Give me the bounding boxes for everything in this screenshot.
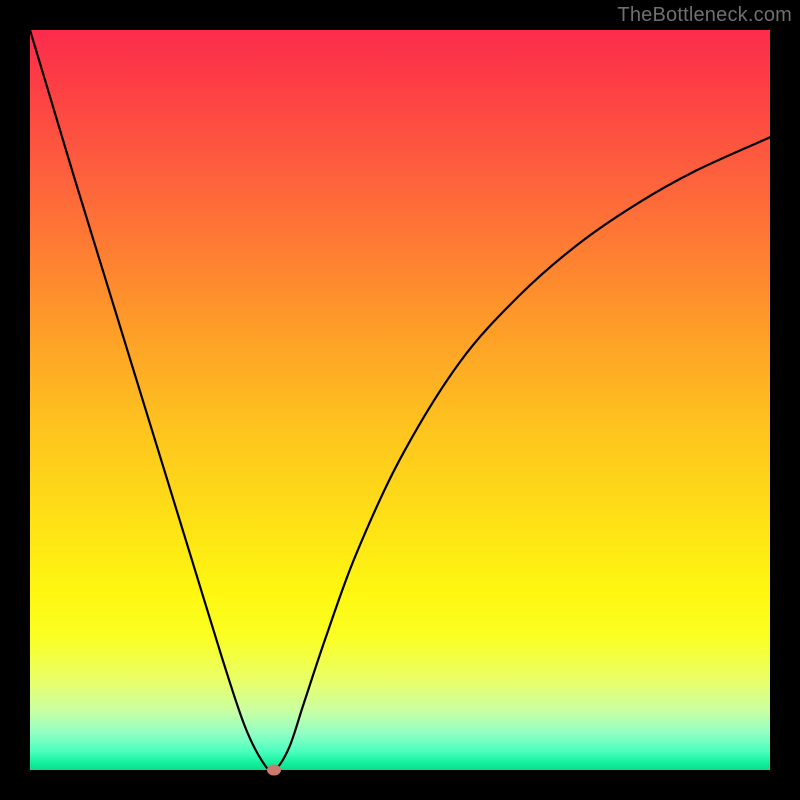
watermark-text: TheBottleneck.com <box>617 4 792 27</box>
bottleneck-curve <box>30 30 770 770</box>
plot-area <box>30 30 770 770</box>
chart-frame: TheBottleneck.com <box>0 0 800 800</box>
minimum-marker <box>267 765 281 776</box>
